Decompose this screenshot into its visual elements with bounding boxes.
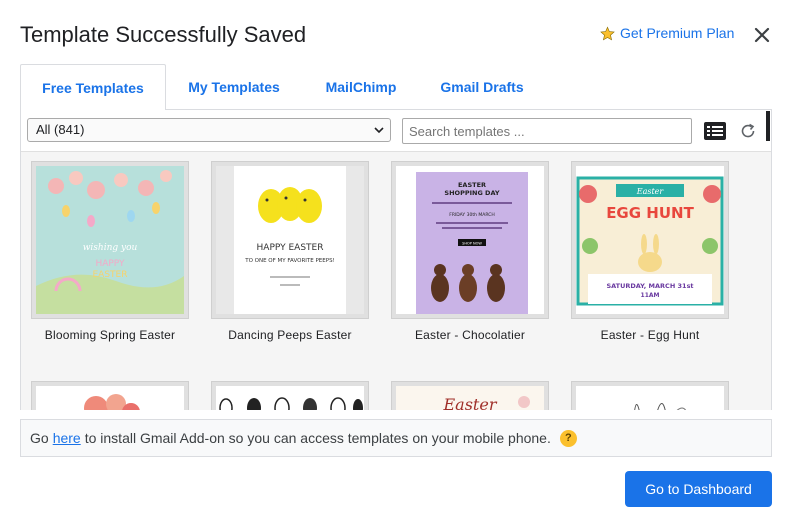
eggs-pattern-thumbnail: [216, 386, 364, 410]
install-here-link[interactable]: here: [53, 430, 81, 446]
templates-grid: wishing you HAPPY EASTER Blooming Spring…: [21, 152, 771, 410]
svg-text:SHOP NOW: SHOP NOW: [462, 242, 482, 246]
template-card[interactable]: [571, 381, 729, 410]
category-filter-select[interactable]: All (841): [27, 118, 391, 142]
dashboard-button-label: Go to Dashboard: [645, 481, 752, 497]
svg-text:Easter: Easter: [443, 395, 498, 410]
easter-script-thumbnail: Easter: [396, 386, 544, 410]
svg-text:11AM: 11AM: [641, 292, 660, 299]
tab-gmail-drafts[interactable]: Gmail Drafts: [420, 64, 544, 110]
template-card-blooming-spring-easter[interactable]: wishing you HAPPY EASTER Blooming Spring…: [31, 161, 189, 342]
template-thumbnail[interactable]: [211, 381, 369, 410]
template-card-dancing-peeps-easter[interactable]: HAPPY EASTER TO ONE OF MY FAVORITE PEEPS…: [211, 161, 369, 342]
templates-panel: All (841) Search templates ... wishing y…: [20, 110, 772, 410]
template-card[interactable]: [31, 381, 189, 410]
chevron-down-icon: [374, 127, 384, 134]
close-icon[interactable]: [751, 24, 773, 46]
svg-text:TO ONE OF MY FAVORITE PEEPS!: TO ONE OF MY FAVORITE PEEPS!: [244, 258, 335, 264]
peeps-easter-thumbnail: HAPPY EASTER TO ONE OF MY FAVORITE PEEPS…: [216, 166, 364, 314]
template-thumbnail[interactable]: Easter EGG HUNT SATURDAY, MARCH 31st 11A…: [571, 161, 729, 319]
dialog-title: Template Successfully Saved: [20, 22, 307, 47]
notice-text: to install Gmail Add-on so you can acces…: [84, 430, 551, 446]
tab-free-templates[interactable]: Free Templates: [20, 64, 166, 111]
svg-text:EASTER: EASTER: [93, 270, 128, 280]
egg-hunt-thumbnail: Easter EGG HUNT SATURDAY, MARCH 31st 11A…: [576, 166, 724, 314]
floral-thumbnail: [36, 386, 184, 410]
refresh-icon[interactable]: [739, 122, 757, 140]
templates-toolbar: All (841): [21, 110, 771, 152]
template-title: Dancing Peeps Easter: [228, 328, 352, 342]
template-tabs: Free Templates My Templates MailChimp Gm…: [20, 64, 772, 111]
template-card[interactable]: [211, 381, 369, 410]
template-title: Easter - Egg Hunt: [600, 328, 700, 342]
svg-text:SATURDAY, MARCH 31st: SATURDAY, MARCH 31st: [606, 282, 693, 290]
get-premium-plan-link[interactable]: Get Premium Plan: [600, 25, 734, 41]
svg-text:HAPPY: HAPPY: [95, 259, 125, 269]
template-title: Easter - Chocolatier: [414, 328, 526, 342]
notice-prefix: Go: [30, 430, 49, 446]
template-card-easter-chocolatier[interactable]: EASTER SHOPPING DAY FRIDAY 30th MARCH SH…: [391, 161, 549, 342]
svg-text:SHOPPING DAY: SHOPPING DAY: [444, 189, 499, 197]
tab-label: Free Templates: [42, 79, 144, 96]
template-thumbnail[interactable]: [571, 381, 729, 410]
star-icon: [600, 25, 615, 40]
template-title: Blooming Spring Easter: [44, 328, 176, 342]
tab-label: My Templates: [188, 79, 280, 95]
premium-label: Get Premium Plan: [620, 25, 735, 41]
go-to-dashboard-button[interactable]: Go to Dashboard: [625, 471, 772, 507]
spring-easter-thumbnail: wishing you HAPPY EASTER: [36, 166, 184, 314]
template-thumbnail[interactable]: wishing you HAPPY EASTER: [31, 161, 189, 319]
svg-text:Easter: Easter: [636, 187, 665, 196]
svg-text:EGG HUNT: EGG HUNT: [606, 204, 694, 222]
tab-my-templates[interactable]: My Templates: [166, 64, 302, 110]
filter-value: All (841): [36, 122, 85, 137]
svg-text:HAPPY EASTER: HAPPY EASTER: [257, 243, 324, 253]
template-card[interactable]: Easter: [391, 381, 549, 410]
help-icon[interactable]: ?: [559, 429, 577, 447]
install-addon-notice: Go here to install Gmail Add-on so you c…: [20, 419, 772, 457]
list-view-icon[interactable]: [704, 122, 726, 140]
template-thumbnail[interactable]: EASTER SHOPPING DAY FRIDAY 30th MARCH SH…: [391, 161, 549, 319]
svg-text:wishing you: wishing you: [83, 243, 138, 253]
template-card-easter-egg-hunt[interactable]: Easter EGG HUNT SATURDAY, MARCH 31st 11A…: [571, 161, 729, 342]
tab-label: MailChimp: [325, 79, 397, 95]
template-thumbnail[interactable]: [31, 381, 189, 410]
bunny-ears-thumbnail: [576, 386, 724, 410]
tab-mailchimp[interactable]: MailChimp: [302, 64, 420, 110]
chocolatier-thumbnail: EASTER SHOPPING DAY FRIDAY 30th MARCH SH…: [396, 166, 544, 314]
template-thumbnail[interactable]: Easter: [391, 381, 549, 410]
svg-text:FRIDAY 30th MARCH: FRIDAY 30th MARCH: [449, 212, 495, 218]
tab-label: Gmail Drafts: [440, 79, 524, 95]
template-thumbnail[interactable]: HAPPY EASTER TO ONE OF MY FAVORITE PEEPS…: [211, 161, 369, 319]
scrollbar-thumb[interactable]: [766, 111, 770, 141]
search-templates-input[interactable]: [402, 118, 692, 144]
svg-text:EASTER: EASTER: [458, 181, 486, 189]
